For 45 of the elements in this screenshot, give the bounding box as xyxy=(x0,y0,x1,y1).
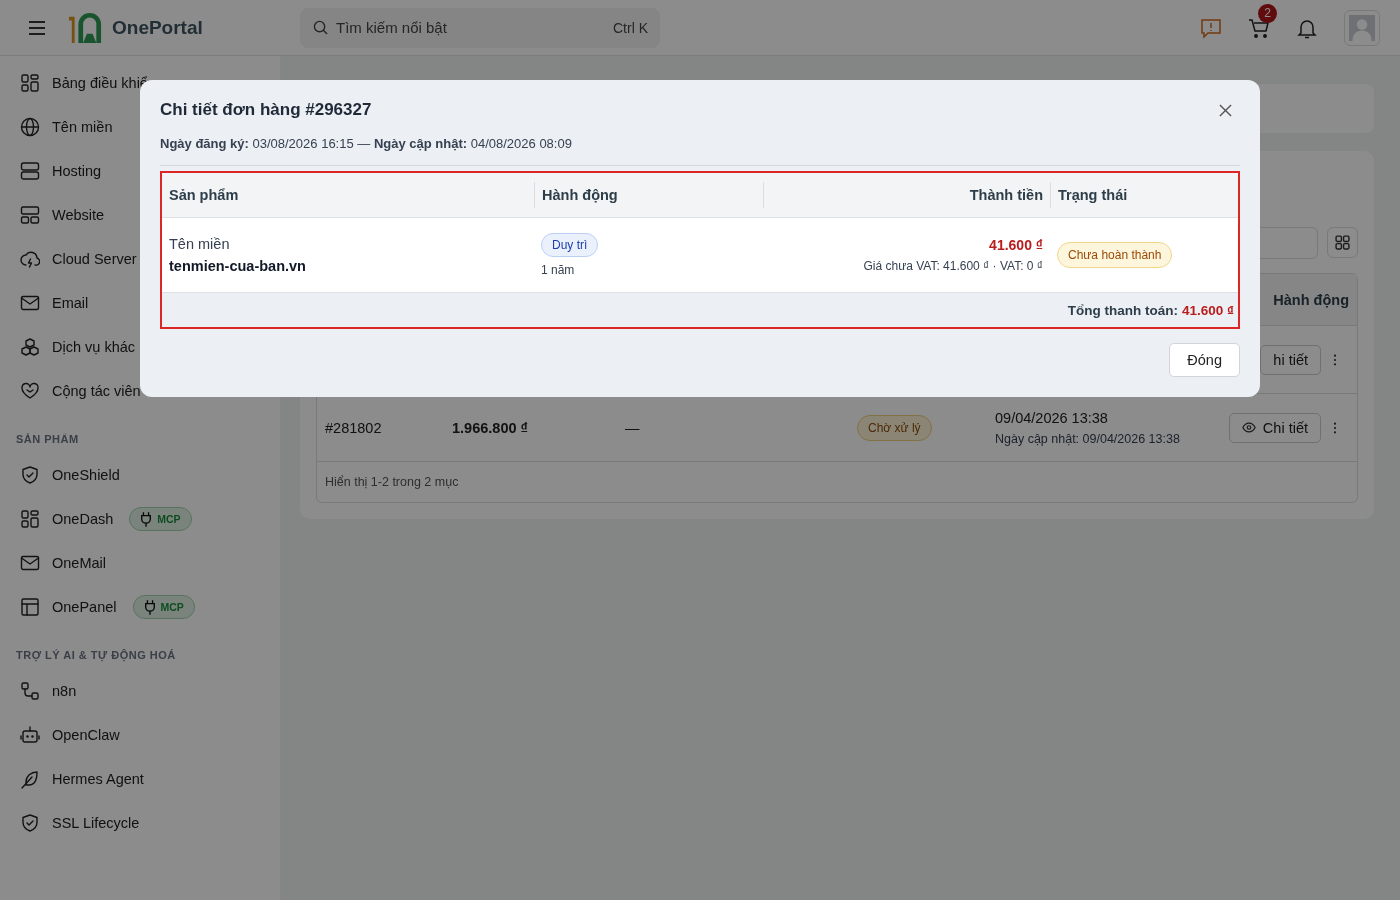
section-heading: TRỢ LÝ AI & TỰ ĐỘNG HOÁ xyxy=(16,649,177,661)
mcp-badge: MCP xyxy=(129,507,192,531)
shortcut-hint: Ctrl K xyxy=(613,19,648,36)
sidebar-item-label: SSL Lifecycle xyxy=(52,815,140,831)
column-header: Hành động xyxy=(534,182,763,208)
cart-count-badge: 2 xyxy=(1258,3,1277,23)
status-badge: Chưa hoàn thành xyxy=(1057,242,1173,268)
sidebar-item-label: Tên miền xyxy=(52,119,113,135)
mcp-badge: MCP xyxy=(132,595,195,619)
sidebar-item-label: Email xyxy=(52,295,89,311)
sidebar-item-label: Website xyxy=(52,207,105,223)
total-label: Tổng thanh toán: xyxy=(1067,302,1178,318)
action-badge: Duy trì xyxy=(541,233,599,257)
dialog-title: Chi tiết đơn hàng #296327 xyxy=(160,100,372,120)
sidebar-item-label: OneMail xyxy=(52,555,106,571)
order-id: #281802 xyxy=(325,419,382,436)
column-header: Sản phẩm xyxy=(168,186,240,205)
product-type: Tên miền xyxy=(169,236,230,252)
sidebar-item-label: Cloud Server xyxy=(52,251,137,267)
period: 1 năm xyxy=(541,263,575,277)
sidebar-item-label: Cộng tác viên xyxy=(52,383,141,399)
column-header: Hành động xyxy=(1273,291,1349,308)
column-header: Trạng thái xyxy=(1050,182,1238,208)
price-detail: Giá chưa VAT: 41.600 ₫ · VAT: 0 ₫ xyxy=(863,259,1043,273)
table-cell: — xyxy=(625,419,640,436)
sidebar-item-label: Hermes Agent xyxy=(52,771,144,787)
price: 41.600 ₫ xyxy=(989,237,1043,253)
sidebar-item-label: OnePanel xyxy=(52,599,117,615)
section-heading: SẢN PHẨM xyxy=(16,433,80,445)
order-amount: 1.966.800 ₫ xyxy=(452,419,528,436)
status-badge: Chờ xử lý xyxy=(857,414,932,441)
sidebar-item-label: n8n xyxy=(52,683,77,699)
order-dates: Ngày đăng ký: 03/08/2026 16:15 — Ngày cập nhật: 04/08/2026 08:09 xyxy=(160,136,573,151)
sidebar-item-label: OpenClaw xyxy=(52,727,120,743)
total-amount: 41.600 ₫ xyxy=(1182,302,1234,318)
order-date: 09/04/2026 13:38 xyxy=(995,409,1109,426)
sidebar-item-label: Hosting xyxy=(52,163,102,179)
sidebar-item-label: Dịch vụ khác xyxy=(52,339,135,355)
column-header: Thành tiền xyxy=(763,182,1050,208)
sidebar-item-label: OneShield xyxy=(52,467,120,483)
pagination-summary: Hiển thị 1-2 trong 2 mục xyxy=(325,475,459,489)
updated-date: Ngày cập nhật: 09/04/2026 13:38 xyxy=(995,431,1181,446)
product-name: tenmien-cua-ban.vn xyxy=(169,258,306,274)
sidebar-item-label: OneDash xyxy=(52,511,114,527)
logo-text: OnePortal xyxy=(112,16,203,39)
